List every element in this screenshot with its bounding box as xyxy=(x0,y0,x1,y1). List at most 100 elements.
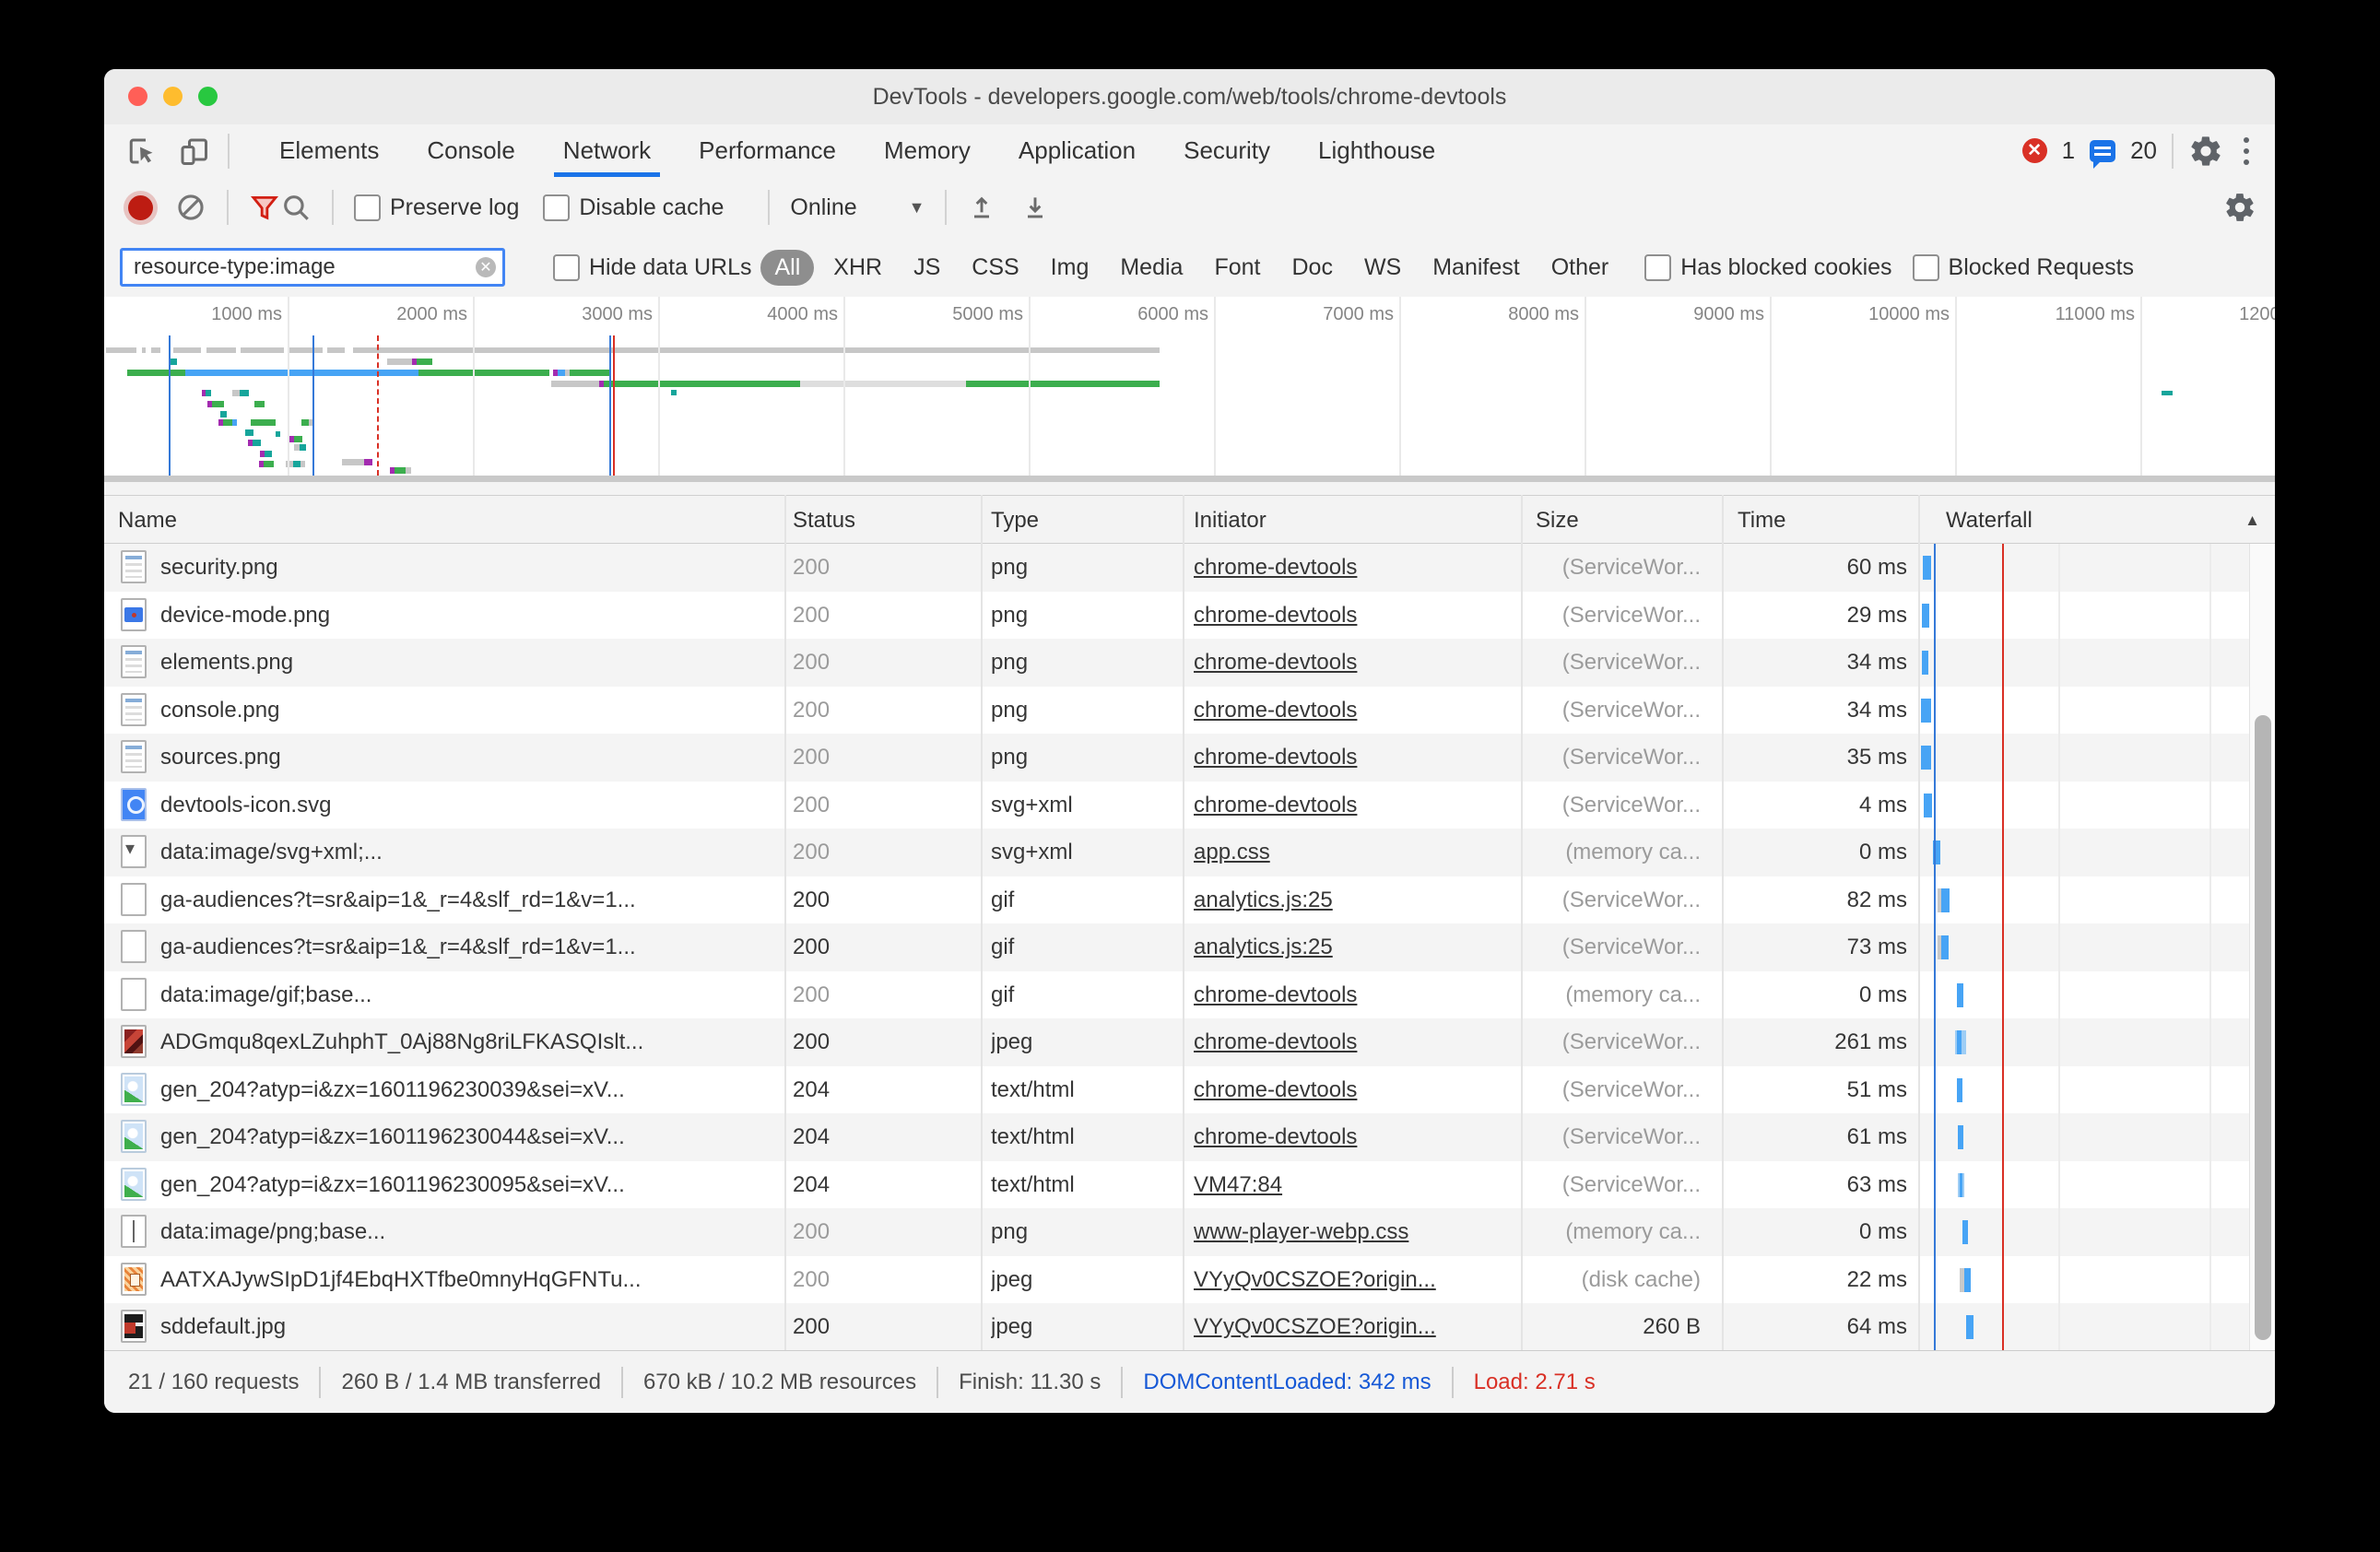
initiator-link[interactable]: chrome-devtools xyxy=(1194,698,1357,723)
disable-cache-checkbox[interactable] xyxy=(543,194,570,221)
type-filter-other[interactable]: Other xyxy=(1536,250,1625,286)
request-name[interactable]: console.png xyxy=(160,687,773,735)
table-row[interactable]: ga-audiences?t=sr&aip=1&_r=4&slf_rd=1&v=… xyxy=(104,923,2249,971)
request-name[interactable]: sources.png xyxy=(160,734,773,782)
initiator-link[interactable]: chrome-devtools xyxy=(1194,1077,1357,1102)
tab-security[interactable]: Security xyxy=(1160,124,1294,177)
type-filter-ws[interactable]: WS xyxy=(1349,250,1417,286)
request-name[interactable]: ADGmqu8qexLZuhphT_0Aj88Ng8riLFKASQIslt..… xyxy=(160,1018,773,1066)
error-badge-icon[interactable]: ✕ xyxy=(2022,138,2047,163)
table-row[interactable]: data:image/svg+xml;... 200 svg+xml app.c… xyxy=(104,829,2249,876)
clear-network-log-icon[interactable] xyxy=(175,192,206,223)
tab-memory[interactable]: Memory xyxy=(860,124,995,177)
network-settings-gear-icon[interactable] xyxy=(2223,191,2256,224)
filter-funnel-icon[interactable] xyxy=(249,192,280,223)
type-filter-xhr[interactable]: XHR xyxy=(818,250,898,286)
request-name[interactable]: ga-audiences?t=sr&aip=1&_r=4&slf_rd=1&v=… xyxy=(160,923,773,971)
record-network-log-button[interactable] xyxy=(128,195,153,220)
column-separator[interactable] xyxy=(1918,495,1920,1350)
column-header-size[interactable]: Size xyxy=(1536,496,1579,545)
device-toolbar-icon[interactable] xyxy=(176,135,211,168)
initiator-link[interactable]: VYyQv0CSZOE?origin... xyxy=(1194,1267,1436,1292)
tab-performance[interactable]: Performance xyxy=(675,124,860,177)
throttling-dropdown[interactable]: Online ▼ xyxy=(790,194,925,221)
request-name[interactable]: devtools-icon.svg xyxy=(160,782,773,829)
request-name[interactable]: elements.png xyxy=(160,639,773,687)
type-filter-font[interactable]: Font xyxy=(1198,250,1276,286)
table-row[interactable]: gen_204?atyp=i&zx=1601196230095&sei=xV..… xyxy=(104,1161,2249,1209)
clear-filter-icon[interactable]: ✕ xyxy=(476,257,496,277)
request-name[interactable]: gen_204?atyp=i&zx=1601196230095&sei=xV..… xyxy=(160,1161,773,1209)
column-header-type[interactable]: Type xyxy=(991,496,1039,545)
table-row[interactable]: sources.png 200 png chrome-devtools (Ser… xyxy=(104,734,2249,782)
column-separator[interactable] xyxy=(1183,495,1184,1350)
table-row[interactable]: security.png 200 png chrome-devtools (Se… xyxy=(104,544,2249,592)
type-filter-manifest[interactable]: Manifest xyxy=(1417,250,1535,286)
table-row[interactable]: gen_204?atyp=i&zx=1601196230039&sei=xV..… xyxy=(104,1066,2249,1114)
more-options-icon[interactable] xyxy=(2238,134,2255,169)
table-row[interactable]: gen_204?atyp=i&zx=1601196230044&sei=xV..… xyxy=(104,1113,2249,1161)
table-row[interactable]: elements.png 200 png chrome-devtools (Se… xyxy=(104,639,2249,687)
initiator-link[interactable]: chrome-devtools xyxy=(1194,650,1357,675)
title-bar[interactable]: DevTools - developers.google.com/web/too… xyxy=(104,69,2275,125)
has-blocked-cookies-checkbox[interactable] xyxy=(1644,254,1671,281)
column-header-initiator[interactable]: Initiator xyxy=(1194,496,1267,545)
import-har-icon[interactable] xyxy=(967,192,996,223)
table-row[interactable]: ga-audiences?t=sr&aip=1&_r=4&slf_rd=1&v=… xyxy=(104,876,2249,924)
close-window-button[interactable] xyxy=(128,87,147,106)
preserve-log-checkbox[interactable] xyxy=(354,194,381,221)
search-icon[interactable] xyxy=(280,192,312,223)
request-name[interactable]: sddefault.jpg xyxy=(160,1303,773,1350)
table-row[interactable]: console.png 200 png chrome-devtools (Ser… xyxy=(104,687,2249,735)
column-header-time[interactable]: Time xyxy=(1738,496,1785,545)
initiator-link[interactable]: www-player-webp.css xyxy=(1194,1219,1408,1244)
type-filter-doc[interactable]: Doc xyxy=(1276,250,1348,286)
type-filter-img[interactable]: Img xyxy=(1035,250,1105,286)
tab-console[interactable]: Console xyxy=(403,124,538,177)
type-filter-media[interactable]: Media xyxy=(1104,250,1198,286)
initiator-link[interactable]: chrome-devtools xyxy=(1194,982,1357,1007)
statusbar-item[interactable]: Load: 2.71 s xyxy=(1474,1370,1596,1395)
initiator-link[interactable]: chrome-devtools xyxy=(1194,793,1357,817)
settings-gear-icon[interactable] xyxy=(2188,134,2223,169)
hide-data-urls-checkbox[interactable] xyxy=(553,254,580,281)
statusbar-item[interactable]: DOMContentLoaded: 342 ms xyxy=(1143,1370,1431,1395)
type-filter-js[interactable]: JS xyxy=(898,250,956,286)
table-header[interactable]: ▲ NameStatusTypeInitiatorSizeTimeWaterfa… xyxy=(104,495,2275,544)
initiator-link[interactable]: VM47:84 xyxy=(1194,1172,1282,1197)
table-row[interactable]: ADGmqu8qexLZuhphT_0Aj88Ng8riLFKASQIslt..… xyxy=(104,1018,2249,1066)
request-name[interactable]: data:image/svg+xml;... xyxy=(160,829,773,876)
table-row[interactable]: device-mode.png 200 png chrome-devtools … xyxy=(104,592,2249,640)
type-filter-all[interactable]: All xyxy=(760,250,814,286)
scrollbar-thumb[interactable] xyxy=(2255,715,2271,1340)
sort-ascending-icon[interactable]: ▲ xyxy=(2245,511,2260,530)
type-filter-css[interactable]: CSS xyxy=(956,250,1034,286)
request-name[interactable]: security.png xyxy=(160,544,773,592)
tab-elements[interactable]: Elements xyxy=(255,124,403,177)
table-row[interactable]: data:image/gif;base... 200 gif chrome-de… xyxy=(104,971,2249,1019)
request-name[interactable]: data:image/gif;base... xyxy=(160,971,773,1019)
request-name[interactable]: ga-audiences?t=sr&aip=1&_r=4&slf_rd=1&v=… xyxy=(160,876,773,924)
minimize-window-button[interactable] xyxy=(163,87,183,106)
request-name[interactable]: gen_204?atyp=i&zx=1601196230044&sei=xV..… xyxy=(160,1113,773,1161)
tab-network[interactable]: Network xyxy=(539,124,675,177)
request-name[interactable]: data:image/png;base... xyxy=(160,1208,773,1256)
column-header-waterfall[interactable]: Waterfall xyxy=(1946,496,2032,545)
column-separator[interactable] xyxy=(1521,495,1523,1350)
column-header-status[interactable]: Status xyxy=(793,496,855,545)
table-row[interactable]: data:image/png;base... 200 png www-playe… xyxy=(104,1208,2249,1256)
initiator-link[interactable]: VYyQv0CSZOE?origin... xyxy=(1194,1314,1436,1339)
tab-lighthouse[interactable]: Lighthouse xyxy=(1294,124,1459,177)
request-name[interactable]: AATXAJywSIpD1jf4EbqHXTfbe0mnyHqGFNTu... xyxy=(160,1256,773,1304)
zoom-window-button[interactable] xyxy=(198,87,218,106)
column-separator[interactable] xyxy=(784,495,786,1350)
initiator-link[interactable]: chrome-devtools xyxy=(1194,1029,1357,1054)
export-har-icon[interactable] xyxy=(1020,192,1050,223)
initiator-link[interactable]: chrome-devtools xyxy=(1194,603,1357,628)
request-name[interactable]: gen_204?atyp=i&zx=1601196230039&sei=xV..… xyxy=(160,1066,773,1114)
blocked-requests-checkbox[interactable] xyxy=(1913,254,1939,281)
initiator-link[interactable]: chrome-devtools xyxy=(1194,745,1357,770)
table-row[interactable]: AATXAJywSIpD1jf4EbqHXTfbe0mnyHqGFNTu... … xyxy=(104,1256,2249,1304)
initiator-link[interactable]: chrome-devtools xyxy=(1194,1124,1357,1149)
inspect-element-icon[interactable] xyxy=(126,135,159,168)
